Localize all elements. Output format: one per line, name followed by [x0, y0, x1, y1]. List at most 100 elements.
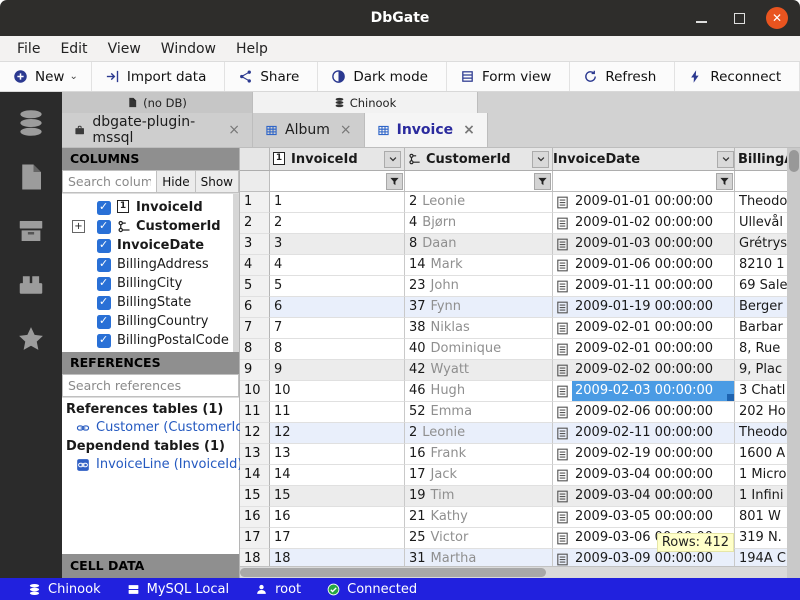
cell-invoicedate[interactable]: 2009-01-19 00:00:00: [553, 297, 735, 318]
column-checkbox[interactable]: [97, 220, 111, 234]
row-number[interactable]: 16: [240, 507, 270, 528]
toolbar-button[interactable]: New ⌄: [0, 62, 92, 91]
cell-invoicedate[interactable]: 2009-03-05 00:00:00: [553, 507, 735, 528]
cell-customerid[interactable]: 23John: [405, 276, 553, 297]
menu-item[interactable]: Window: [152, 38, 225, 60]
rail-icon[interactable]: [16, 108, 46, 138]
row-number[interactable]: 11: [240, 402, 270, 423]
menu-item[interactable]: File: [8, 38, 49, 60]
filter-funnel-icon[interactable]: [534, 173, 551, 190]
column-menu-button[interactable]: [384, 151, 401, 168]
row-number[interactable]: 13: [240, 444, 270, 465]
toolbar-button[interactable]: Share: [225, 62, 318, 91]
cell-customerid[interactable]: 46Hugh: [405, 381, 553, 402]
cell-invoicedate[interactable]: 2009-02-11 00:00:00: [553, 423, 735, 444]
vertical-scrollbar[interactable]: [787, 148, 800, 578]
column-list-item[interactable]: BillingPostalCode: [62, 331, 239, 350]
row-number[interactable]: 17: [240, 528, 270, 549]
cell-invoiceid[interactable]: 5: [270, 276, 405, 297]
vertical-scrollbar-thumb[interactable]: [789, 150, 799, 172]
column-list-item[interactable]: BillingState: [62, 293, 239, 312]
cell-invoicedate[interactable]: 2009-03-04 00:00:00: [553, 486, 735, 507]
cell-invoicedate[interactable]: 2009-01-02 00:00:00: [553, 213, 735, 234]
cell-billingaddress[interactable]: 202 Ho: [735, 402, 787, 423]
column-checkbox[interactable]: [97, 334, 111, 348]
cell-invoicedate[interactable]: 2009-02-01 00:00:00: [553, 318, 735, 339]
toolbar-button[interactable]: Dark mode: [318, 62, 447, 91]
tab-album[interactable]: Album ×: [253, 113, 365, 147]
cell-invoicedate[interactable]: 2009-01-01 00:00:00: [553, 192, 735, 213]
statusbar-item[interactable]: Chinook: [28, 582, 101, 597]
cell-billingaddress[interactable]: 9, Plac: [735, 360, 787, 381]
maximize-button[interactable]: [728, 7, 750, 29]
cell-billingaddress[interactable]: 1600 A: [735, 444, 787, 465]
cell-customerid[interactable]: 17Jack: [405, 465, 553, 486]
cell-invoiceid[interactable]: 4: [270, 255, 405, 276]
cell-billingaddress[interactable]: Grétrys: [735, 234, 787, 255]
cell-invoiceid[interactable]: 9: [270, 360, 405, 381]
filter-cell[interactable]: [735, 171, 787, 191]
column-list-item[interactable]: InvoiceDate: [62, 236, 239, 255]
toolbar-button[interactable]: Import data: [92, 62, 226, 91]
cell-invoicedate[interactable]: 2009-02-06 00:00:00: [553, 402, 735, 423]
cell-billingaddress[interactable]: 319 N.: [735, 528, 787, 549]
cell-customerid[interactable]: 40Dominique: [405, 339, 553, 360]
cell-invoicedate[interactable]: 2009-01-03 00:00:00: [553, 234, 735, 255]
column-checkbox[interactable]: [97, 258, 111, 272]
filter-cell[interactable]: [405, 171, 553, 191]
minimize-button[interactable]: [690, 7, 712, 29]
cell-invoiceid[interactable]: 3: [270, 234, 405, 255]
column-list-item[interactable]: BillingCity: [62, 274, 239, 293]
cell-billingaddress[interactable]: Theodo: [735, 423, 787, 444]
filter-funnel-icon[interactable]: [716, 173, 733, 190]
hide-button[interactable]: Hide: [156, 170, 194, 193]
cell-billingaddress[interactable]: Barbar: [735, 318, 787, 339]
close-icon[interactable]: ×: [340, 122, 352, 138]
cell-invoiceid[interactable]: 6: [270, 297, 405, 318]
grid-column-header[interactable]: CustomerId: [405, 148, 553, 170]
cell-billingaddress[interactable]: 3 Chatl: [735, 381, 787, 402]
cell-invoicedate[interactable]: 2009-02-02 00:00:00: [553, 360, 735, 381]
row-number[interactable]: 14: [240, 465, 270, 486]
column-checkbox[interactable]: [97, 201, 111, 215]
cell-invoiceid[interactable]: 17: [270, 528, 405, 549]
menu-item[interactable]: Help: [227, 38, 277, 60]
cell-invoicedate[interactable]: 2009-01-11 00:00:00: [553, 276, 735, 297]
toolbar-button[interactable]: Reconnect: [675, 62, 800, 91]
row-number[interactable]: 7: [240, 318, 270, 339]
cell-billingaddress[interactable]: Ullevål: [735, 213, 787, 234]
expand-icon[interactable]: +: [72, 220, 85, 233]
column-menu-button[interactable]: [532, 151, 549, 168]
menu-item[interactable]: Edit: [51, 38, 96, 60]
cell-invoicedate[interactable]: 2009-02-01 00:00:00: [553, 339, 735, 360]
cell-customerid[interactable]: 25Victor: [405, 528, 553, 549]
cell-customerid[interactable]: 2Leonie: [405, 192, 553, 213]
column-checkbox[interactable]: [97, 277, 111, 291]
search-columns-input[interactable]: [62, 170, 156, 193]
row-number[interactable]: 4: [240, 255, 270, 276]
cell-invoiceid[interactable]: 14: [270, 465, 405, 486]
row-number[interactable]: 15: [240, 486, 270, 507]
toolbar-button[interactable]: Refresh: [570, 62, 675, 91]
tab-group-chinook[interactable]: Chinook: [253, 92, 478, 113]
row-number[interactable]: 8: [240, 339, 270, 360]
cell-invoicedate[interactable]: 2009-01-06 00:00:00: [553, 255, 735, 276]
cell-data-panel-header[interactable]: CELL DATA: [62, 554, 239, 578]
cell-billingaddress[interactable]: 1 Micro: [735, 465, 787, 486]
statusbar-item[interactable]: Connected: [327, 582, 417, 597]
cell-customerid[interactable]: 37Fynn: [405, 297, 553, 318]
grid-column-header[interactable]: 1 InvoiceId: [270, 148, 405, 170]
cell-invoiceid[interactable]: 2: [270, 213, 405, 234]
cell-billingaddress[interactable]: Berger: [735, 297, 787, 318]
cell-invoicedate[interactable]: 2009-02-19 00:00:00: [553, 444, 735, 465]
reference-link[interactable]: Customer (CustomerId): [62, 418, 239, 437]
statusbar-item[interactable]: MySQL Local: [127, 582, 229, 597]
grid-column-header[interactable]: InvoiceDate: [553, 148, 735, 170]
cell-billingaddress[interactable]: 801 W: [735, 507, 787, 528]
cell-billingaddress[interactable]: 194A C: [735, 549, 787, 566]
column-checkbox[interactable]: [97, 239, 111, 253]
row-number[interactable]: 12: [240, 423, 270, 444]
row-number[interactable]: 18: [240, 549, 270, 566]
cell-customerid[interactable]: 21Kathy: [405, 507, 553, 528]
row-number[interactable]: 2: [240, 213, 270, 234]
